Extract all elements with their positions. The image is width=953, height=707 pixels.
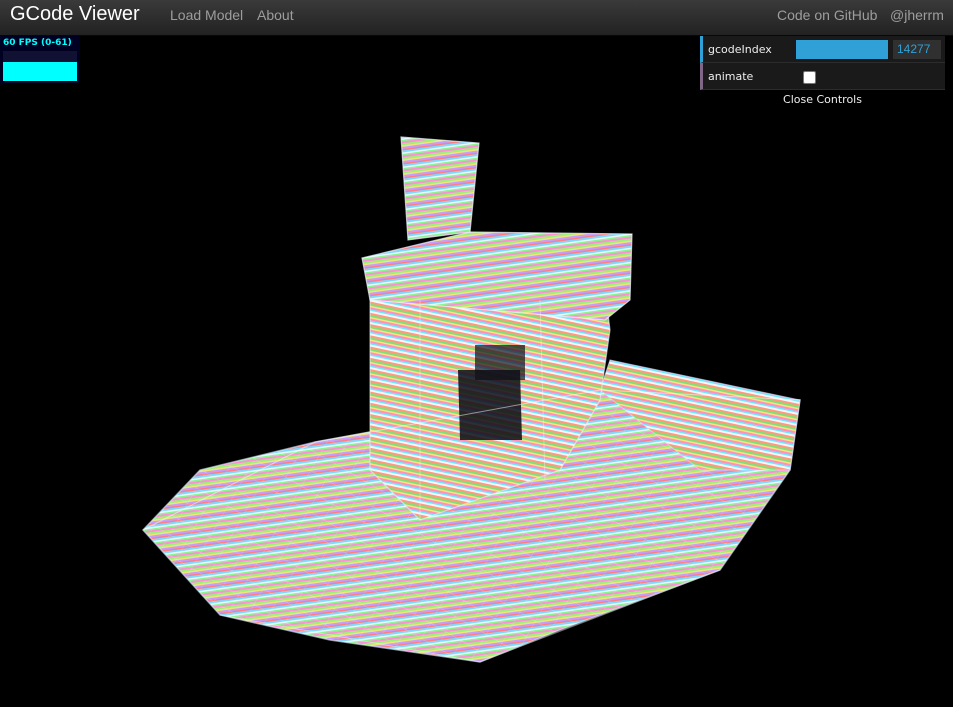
nav-user[interactable]: @jherrm <box>890 7 944 23</box>
gcode-model-render <box>141 136 801 663</box>
nav-load-model[interactable]: Load Model <box>170 7 243 23</box>
gcode-index-value-input[interactable]: 14277 <box>893 40 941 59</box>
animate-control: animate <box>700 63 945 90</box>
fps-text: 60 FPS (0-61) <box>3 38 72 48</box>
fps-graph <box>3 51 77 81</box>
fps-stats-panel[interactable]: 60 FPS (0-61) <box>0 36 80 84</box>
nav-github[interactable]: Code on GitHub <box>777 7 877 23</box>
gcode-index-slider-fill <box>796 40 888 59</box>
3d-viewport[interactable] <box>0 36 953 707</box>
navbar: GCode Viewer Load Model About Code on Gi… <box>0 0 953 36</box>
close-controls-button[interactable]: Close Controls <box>700 90 945 110</box>
brand-link[interactable]: GCode Viewer <box>10 2 140 26</box>
gcode-index-label: gcodeIndex <box>708 43 772 56</box>
nav-about[interactable]: About <box>257 7 294 23</box>
gcode-index-slider[interactable] <box>796 40 888 59</box>
animate-label: animate <box>708 70 754 83</box>
controls-panel: gcodeIndex 14277 animate Close Controls <box>700 36 945 110</box>
animate-checkbox[interactable] <box>803 71 816 84</box>
gcode-index-control: gcodeIndex 14277 <box>700 36 945 63</box>
fps-graph-fill <box>3 62 77 81</box>
